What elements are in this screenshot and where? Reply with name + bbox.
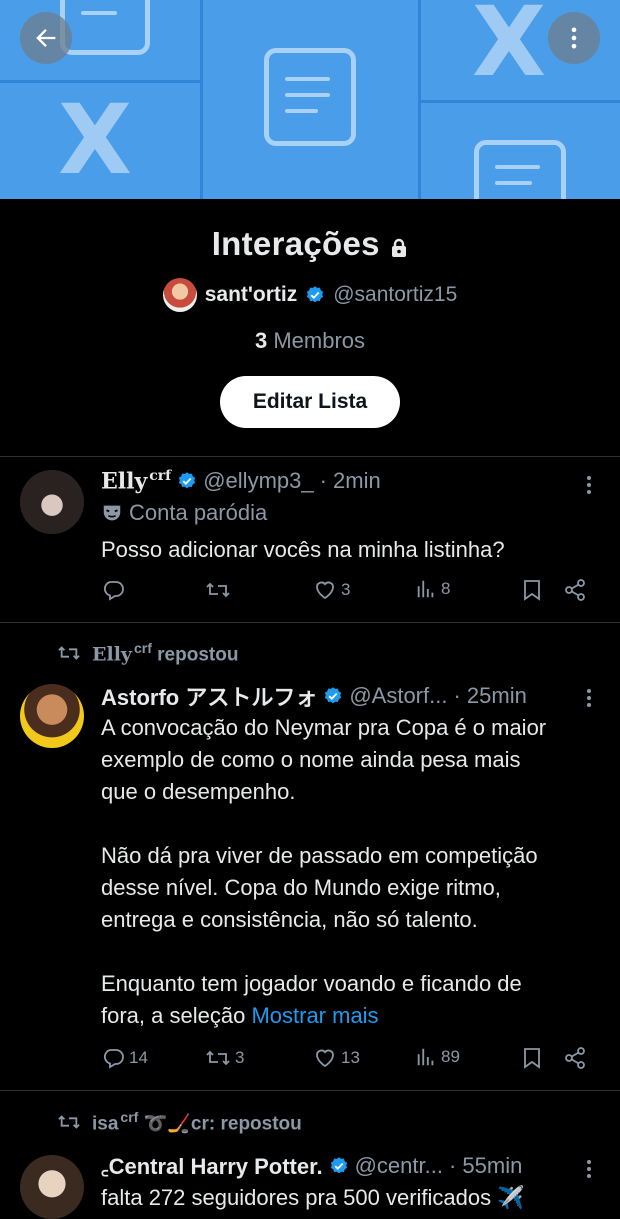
retweet-icon [58,1115,80,1129]
views-button[interactable]: 8 [415,578,450,600]
views-icon [417,580,434,598]
verified-badge-icon [179,472,196,489]
tweet-time[interactable]: · 55min [449,1153,522,1179]
list-title: Interações [211,225,380,262]
back-arrow-icon [36,29,56,47]
back-button[interactable] [20,12,72,64]
tweet-author-name[interactable]: ꜀Central Harry Potter. [101,1151,323,1181]
share-icon [565,1047,585,1069]
tweet-actions: 14 3 13 89 [101,1046,591,1076]
bookmark-button[interactable] [521,578,543,602]
members-link[interactable]: 3 Membros [0,328,620,354]
tweet-text: falta 272 seguidores pra 500 verificados… [101,1185,525,1210]
verified-badge-icon [307,286,324,303]
like-button[interactable]: 3 [313,578,350,602]
like-icon [316,1049,334,1068]
tweet-actions: 3 8 [101,578,591,608]
mask-icon [103,505,121,521]
retweet-icon [206,582,230,598]
like-button[interactable]: 13 [313,1046,360,1070]
reply-button[interactable]: 14 [101,1046,148,1070]
tweet-avatar[interactable] [20,470,84,534]
like-icon [316,581,334,600]
bookmark-icon [524,580,540,601]
verified-badge-icon [330,1157,347,1174]
retweet-button[interactable]: 3 [205,1046,244,1070]
tweet-more-button[interactable] [586,1157,592,1181]
retweet-button[interactable] [205,578,231,602]
tweet-avatar[interactable] [20,1155,84,1219]
show-more-link[interactable]: Mostrar mais [251,1003,378,1028]
tweet-author-name[interactable]: Astorfo アストルフォ [101,680,317,712]
member-label: Membros [273,328,366,353]
tweet-author-handle[interactable]: @Astorf... [349,683,447,709]
tweet-header: Astorfo アストルフォ @Astorf... · 25min [101,680,527,712]
bookmark-button[interactable] [521,1046,543,1070]
bookmark-icon [524,1048,540,1069]
tweet-time[interactable]: · 25min [453,683,526,709]
tweet-header: Elly crf @ellymp3_ · 2min [101,468,381,494]
list-owner[interactable]: sant'ortiz @santortiz15 [0,278,620,312]
verified-badge-icon [325,687,342,704]
more-vertical-icon [571,27,577,49]
repost-indicator[interactable]: Elly crf repostou [56,640,238,666]
tweet-header: ꜀Central Harry Potter. @centr... · 55min [101,1151,522,1181]
tweet-more-button[interactable] [586,686,592,710]
share-button[interactable] [563,1046,587,1070]
share-icon [565,579,585,601]
tweet-text: Posso adicionar vocês na minha listinha? [101,537,505,562]
list-header: Interações [0,225,620,263]
tweet-author-name[interactable]: Elly crf [101,468,171,494]
edit-list-button[interactable]: Editar Lista [220,376,400,428]
owner-name[interactable]: sant'ortiz [205,283,298,307]
member-count: 3 [254,328,268,353]
repost-indicator[interactable]: isa crf ➰🏒cr: repostou [56,1109,302,1135]
tweet-avatar[interactable] [20,684,84,748]
reply-icon [104,581,124,601]
retweet-icon [206,1050,230,1066]
tweet-author-handle[interactable]: @centr... [355,1153,443,1179]
more-options-button[interactable] [548,12,600,64]
owner-avatar[interactable] [162,278,197,312]
reply-icon [104,1049,124,1069]
list-banner: X X [0,0,620,199]
tweet-author-handle[interactable]: @ellymp3_ [203,468,313,494]
reply-button[interactable] [101,578,125,602]
parody-label: Conta paródia [101,500,267,526]
views-button[interactable]: 89 [415,1046,460,1068]
tweet-time[interactable]: · 2min [320,468,381,494]
retweet-icon [58,646,80,660]
tweet-text: A convocação do Neymar pra Copa é o maio… [101,715,547,1028]
tweet-more-button[interactable] [586,473,592,497]
lock-icon [390,238,408,263]
owner-handle[interactable]: @santortiz15 [333,283,457,307]
views-icon [417,1048,434,1066]
share-button[interactable] [563,578,587,602]
